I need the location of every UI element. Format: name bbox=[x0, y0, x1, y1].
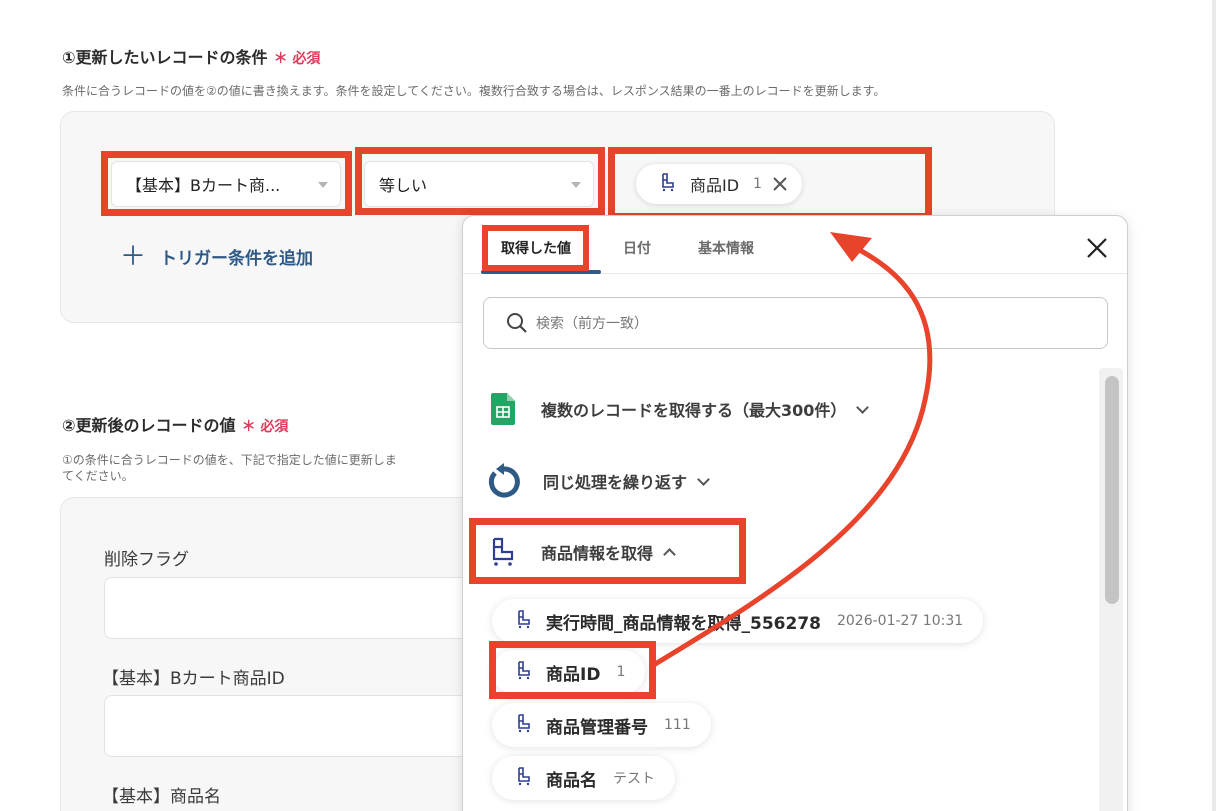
google-sheets-icon bbox=[491, 393, 515, 425]
list-item-product-id[interactable]: 商品ID 1 bbox=[492, 650, 646, 694]
bcart-icon bbox=[660, 172, 676, 196]
delete-flag-input[interactable] bbox=[104, 577, 484, 639]
field-label-product-name: 【基本】商品名 bbox=[102, 787, 221, 807]
value-chip-value: 1 bbox=[753, 176, 762, 192]
required-label: 必須 bbox=[260, 419, 289, 435]
field-label-bcart-product-id: 【基本】Bカート商品ID bbox=[102, 669, 285, 689]
tab-date[interactable]: 日付 bbox=[623, 238, 651, 258]
list-item-product-code[interactable]: 商品管理番号 111 bbox=[492, 703, 711, 747]
field-label-delete-flag: 削除フラグ bbox=[104, 550, 189, 570]
value-chip-label: 商品ID bbox=[690, 176, 740, 195]
search-icon bbox=[507, 313, 527, 333]
close-icon[interactable] bbox=[772, 176, 788, 192]
group-multiple-records[interactable]: 複数のレコードを取得する（最大300件） bbox=[491, 393, 870, 425]
section1-title: ①更新したいレコードの条件 ＊ 必須 bbox=[62, 44, 320, 68]
required-badge: ＊ 必須 bbox=[241, 419, 289, 435]
section1-description: 条件に合うレコードの値を②の値に書き換えます。条件を設定してください。複数行合致… bbox=[62, 84, 886, 98]
operator-select[interactable]: 等しい bbox=[364, 161, 594, 207]
operator-select-value: 等しい bbox=[379, 176, 428, 195]
loop-icon bbox=[487, 463, 521, 499]
bcart-product-id-input[interactable] bbox=[104, 695, 484, 757]
bcart-icon bbox=[516, 609, 532, 634]
tab-basic-info[interactable]: 基本情報 bbox=[698, 238, 754, 258]
section2-title-text: ②更新後のレコードの値 bbox=[62, 416, 236, 435]
list-item-product-name[interactable]: 商品名 テスト bbox=[492, 756, 675, 800]
add-condition-button[interactable]: ＋ トリガー条件を追加 bbox=[120, 241, 314, 272]
group-label-loop: 同じ処理を繰り返す bbox=[543, 473, 688, 492]
section2-description-line2: てください。 bbox=[62, 469, 134, 483]
tab-fetched-values[interactable]: 取得した値 bbox=[501, 238, 571, 258]
group-label-multiple-records: 複数のレコードを取得する（最大300件） bbox=[541, 401, 847, 420]
chevron-down-icon bbox=[571, 182, 581, 188]
bcart-icon bbox=[516, 766, 532, 791]
bcart-icon bbox=[491, 537, 515, 567]
bcart-icon bbox=[516, 660, 532, 685]
group-label-get-product-info: 商品情報を取得 bbox=[541, 544, 654, 563]
item-value: 1 bbox=[616, 664, 626, 680]
bcart-icon bbox=[516, 713, 532, 738]
section2-description-line1: ①の条件に合うレコードの値を、下記で指定した値に更新しま bbox=[62, 453, 397, 467]
item-label: 商品名 bbox=[546, 770, 597, 791]
chevron-up-icon bbox=[663, 547, 676, 561]
page-divider bbox=[1212, 0, 1216, 811]
chevron-down-icon bbox=[856, 400, 870, 414]
value-picker-popup: 取得した値 日付 基本情報 検索（前方一致） 複数のレコードを取得する（最大30… bbox=[462, 215, 1128, 811]
popup-tabs: 取得した値 日付 基本情報 bbox=[463, 216, 1127, 274]
scrollbar-thumb[interactable] bbox=[1105, 376, 1119, 604]
chevron-down-icon bbox=[697, 472, 710, 486]
add-condition-label: トリガー条件を追加 bbox=[160, 249, 314, 269]
section1-title-text: ①更新したいレコードの条件 bbox=[62, 48, 268, 67]
section2-title: ②更新後のレコードの値 ＊ 必須 bbox=[62, 412, 288, 436]
field-select-value: 【基本】Bカート商... bbox=[126, 176, 281, 195]
item-value: テスト bbox=[613, 771, 655, 787]
group-get-product-info[interactable]: 商品情報を取得 bbox=[491, 537, 676, 567]
field-select[interactable]: 【基本】Bカート商... bbox=[111, 161, 341, 207]
list-item-exec-time[interactable]: 実行時間_商品情報を取得_556278 2026-01-27 10:31 bbox=[492, 599, 984, 643]
chevron-down-icon bbox=[318, 182, 328, 188]
required-badge: ＊ 必須 bbox=[273, 51, 321, 67]
search-placeholder: 検索（前方一致） bbox=[536, 316, 648, 332]
close-icon[interactable] bbox=[1085, 236, 1109, 260]
section2-description: ①の条件に合うレコードの値を、下記で指定した値に更新しま てください。 bbox=[62, 452, 482, 484]
item-value: 2026-01-27 10:31 bbox=[836, 613, 964, 629]
scrollbar[interactable] bbox=[1099, 368, 1123, 811]
item-value: 111 bbox=[664, 717, 691, 733]
value-chip[interactable]: 商品ID 1 bbox=[636, 164, 802, 204]
group-loop[interactable]: 同じ処理を繰り返す bbox=[487, 463, 710, 499]
item-label: 商品ID bbox=[546, 664, 601, 685]
active-tab-indicator bbox=[481, 270, 601, 274]
item-label: 実行時間_商品情報を取得_556278 bbox=[546, 613, 821, 634]
plus-icon: ＋ bbox=[120, 241, 147, 272]
item-label: 商品管理番号 bbox=[546, 717, 648, 738]
search-input[interactable]: 検索（前方一致） bbox=[483, 297, 1108, 349]
required-label: 必須 bbox=[292, 51, 321, 67]
